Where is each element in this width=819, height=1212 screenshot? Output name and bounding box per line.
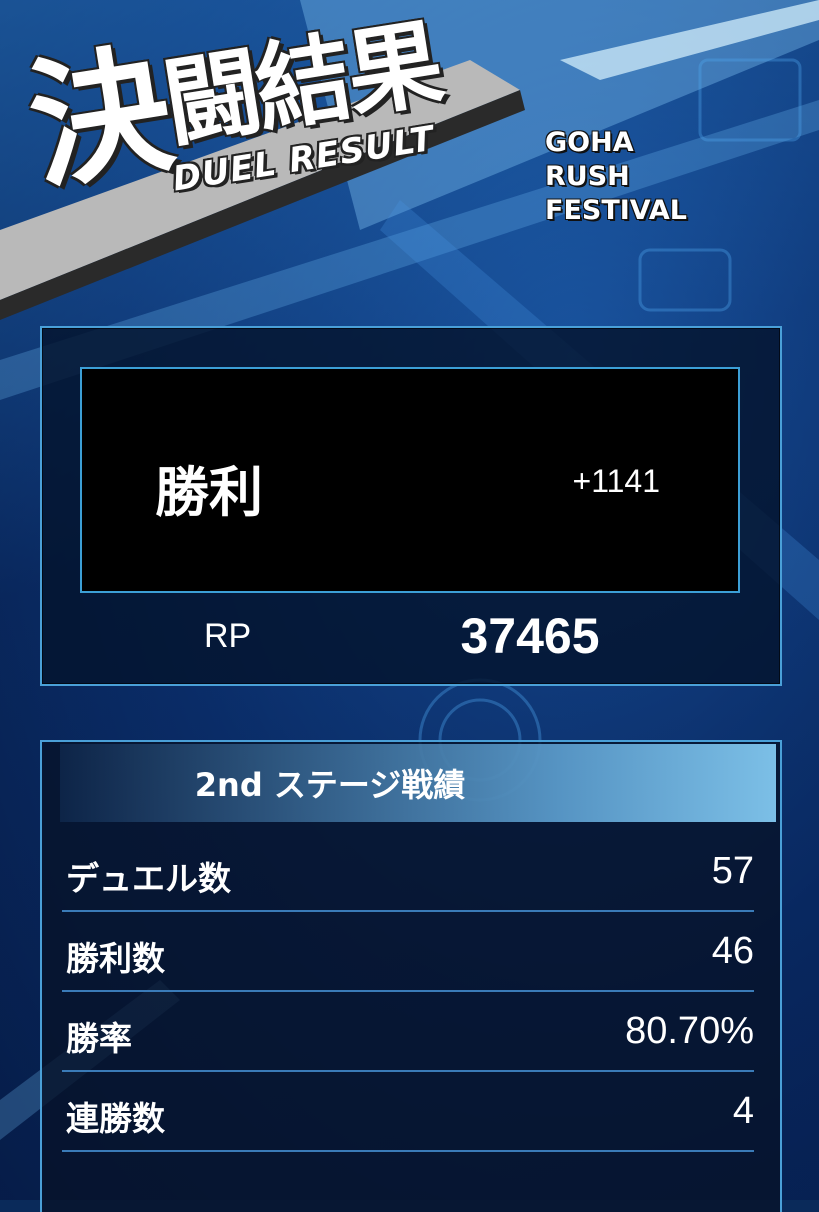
stat-row-win-streak: 連勝数 4 — [62, 1080, 754, 1152]
event-name-line: GOHA — [545, 127, 634, 158]
stat-label: 連勝数 — [66, 1099, 165, 1138]
event-name-line: FESTIVAL — [545, 195, 687, 226]
stat-row-duel-count: デュエル数 57 — [62, 840, 754, 912]
event-name-line: RUSH — [545, 161, 630, 192]
stat-row-win-count: 勝利数 46 — [62, 920, 754, 992]
title-kanji-first: 決 — [18, 27, 179, 211]
rp-delta: +1141 — [572, 463, 661, 499]
result-outcome: 勝利 — [155, 461, 263, 524]
stat-value: 80.70% — [625, 1010, 754, 1052]
stat-value: 46 — [711, 930, 754, 972]
stats-title: 2nd ステージ戦績 — [194, 766, 466, 804]
rp-label: RP — [204, 617, 252, 655]
rp-value: 37465 — [460, 608, 600, 664]
stat-label: 勝率 — [66, 1019, 132, 1058]
stat-row-win-rate: 勝率 80.70% — [62, 1000, 754, 1072]
event-name: GOHA RUSH FESTIVAL — [545, 126, 745, 228]
stat-label: デュエル数 — [66, 859, 231, 898]
stat-label: 勝利数 — [66, 939, 165, 978]
stat-value: 57 — [711, 850, 754, 892]
stat-value: 4 — [732, 1090, 754, 1132]
